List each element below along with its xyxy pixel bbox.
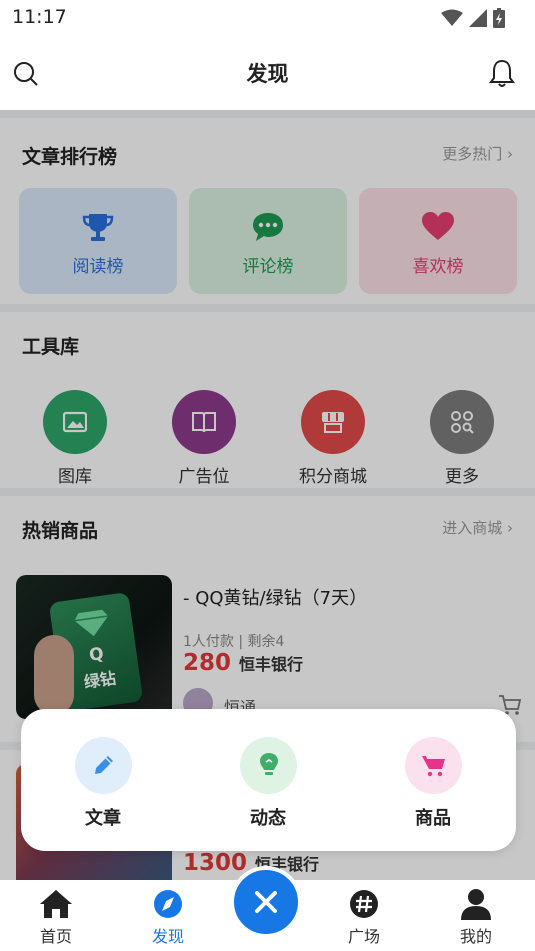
publish-product-button[interactable]: 商品 [373, 737, 493, 837]
publish-moment-circle [240, 737, 297, 794]
tab-label: 首页 [39, 927, 72, 946]
battery-icon [493, 8, 505, 28]
page-title: 发现 [246, 62, 289, 86]
tab-square[interactable]: 广场 [324, 886, 404, 946]
bell-icon[interactable] [489, 58, 515, 88]
cart-icon [422, 756, 445, 777]
system-icons [441, 8, 505, 28]
publish-article-button[interactable]: 文章 [43, 737, 163, 837]
publish-product-circle [405, 737, 462, 794]
status-time: 11:17 [12, 6, 67, 28]
publish-label: 商品 [415, 808, 451, 829]
hashtag-icon [350, 890, 378, 918]
user-icon [461, 889, 491, 920]
wifi-icon [441, 9, 463, 26]
tab-discover[interactable]: 发现 [128, 886, 208, 946]
publish-popup: 文章 动态 商品 [21, 709, 516, 851]
publish-label: 文章 [85, 808, 121, 829]
close-icon [255, 891, 277, 913]
top-header: 发现 [0, 36, 535, 110]
publish-article-circle [75, 737, 132, 794]
pencil-icon [95, 756, 113, 774]
status-bar: 11:17 [0, 0, 535, 36]
tab-mine[interactable]: 我的 [436, 886, 516, 946]
tab-label: 发现 [151, 927, 184, 946]
home-icon [40, 890, 72, 918]
compass-icon [154, 890, 182, 918]
publish-label: 动态 [250, 808, 286, 829]
close-publish-button[interactable] [230, 866, 302, 938]
tab-label: 我的 [459, 927, 492, 946]
tab-home[interactable]: 首页 [16, 886, 96, 946]
signal-icon [469, 9, 487, 27]
publish-moment-button[interactable]: 动态 [208, 737, 328, 837]
lightbulb-icon [260, 753, 278, 775]
tab-label: 广场 [347, 927, 380, 946]
